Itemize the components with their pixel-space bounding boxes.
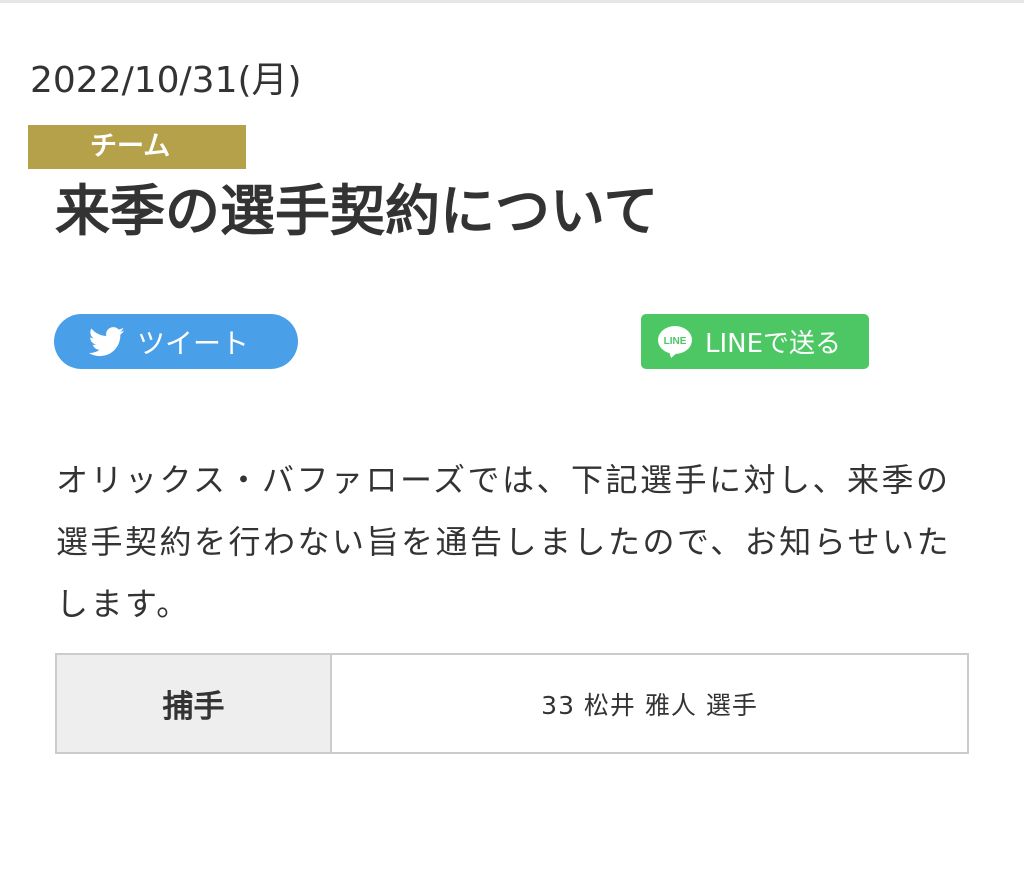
position-cell: 捕手 <box>55 653 332 754</box>
line-logo-text: LINE <box>664 336 687 347</box>
tweet-button[interactable]: ツイート <box>54 314 298 369</box>
article-date: 2022/10/31(月) <box>30 60 302 101</box>
article-page: 2022/10/31(月) チーム 来季の選手契約について ツイート LINE … <box>0 0 1024 870</box>
article-body: オリックス・バファローズでは、下記選手に対し、来季の選手契約を行わない旨を通告し… <box>56 461 952 623</box>
line-logo-icon: LINE <box>657 325 693 359</box>
category-badge: チーム <box>28 125 246 169</box>
roster-table: 捕手 33 松井 雅人 選手 <box>55 653 969 754</box>
twitter-bird-icon <box>89 326 125 357</box>
table-row: 捕手 33 松井 雅人 選手 <box>55 653 969 754</box>
line-share-button[interactable]: LINE LINEで送る <box>641 314 869 369</box>
player-cell: 33 松井 雅人 選手 <box>330 653 969 754</box>
line-share-label: LINEで送る <box>705 329 842 359</box>
article-title: 来季の選手契約について <box>55 179 659 243</box>
tweet-label: ツイート <box>137 326 250 360</box>
